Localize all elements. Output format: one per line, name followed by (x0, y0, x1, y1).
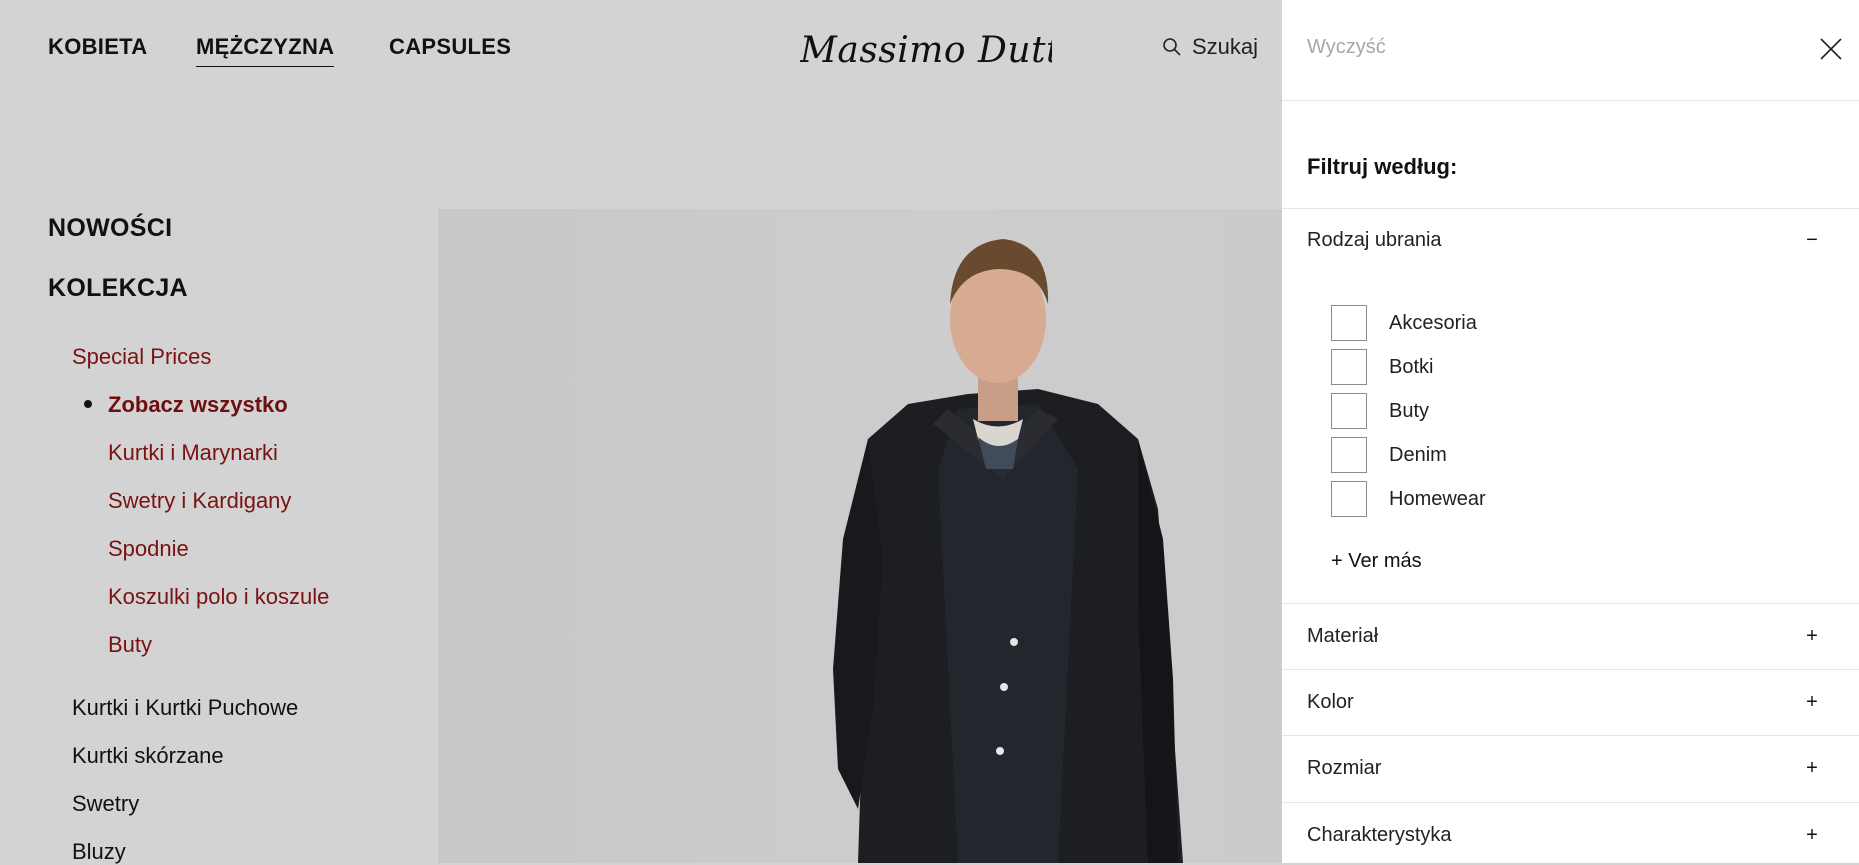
expand-toggle[interactable]: + (1802, 625, 1822, 648)
checkbox[interactable] (1331, 393, 1367, 429)
menu-jackets-blazers[interactable]: Kurtki i Marynarki (108, 440, 278, 466)
menu-trousers[interactable]: Spodnie (108, 536, 189, 562)
nav-kobieta[interactable]: KOBIETA (48, 34, 147, 60)
section-material[interactable]: Materiał (1307, 625, 1378, 648)
option-homewear[interactable]: Homewear (1331, 481, 1486, 517)
menu-leather-jackets[interactable]: Kurtki skórzane (72, 743, 224, 769)
checkbox[interactable] (1331, 437, 1367, 473)
filter-panel: Wyczyść Filtruj według: Rodzaj ubrania −… (1282, 0, 1859, 863)
svg-text:Massimo Dutti: Massimo Dutti (800, 30, 1052, 71)
search-button[interactable]: Szukaj (1162, 34, 1258, 60)
model-illustration (833, 239, 1183, 863)
divider (1282, 669, 1859, 670)
section-color[interactable]: Kolor (1307, 691, 1354, 714)
menu-see-all[interactable]: Zobacz wszystko (108, 392, 288, 418)
menu-sweaters[interactable]: Swetry (72, 791, 139, 817)
divider (1282, 802, 1859, 803)
divider (1282, 735, 1859, 736)
close-icon[interactable] (1818, 36, 1844, 62)
menu-collection[interactable]: KOLEKCJA (48, 274, 188, 303)
menu-sweaters-cardigans[interactable]: Swetry i Kardigany (108, 488, 291, 514)
option-label: Akcesoria (1389, 311, 1477, 334)
checkbox[interactable] (1331, 305, 1367, 341)
option-label: Botki (1389, 355, 1434, 378)
nav-capsules[interactable]: CAPSULES (389, 34, 511, 60)
expand-toggle[interactable]: + (1802, 824, 1822, 847)
filter-title: Filtruj według: (1307, 154, 1458, 179)
menu-jackets-puffers[interactable]: Kurtki i Kurtki Puchowe (72, 695, 298, 721)
menu-polos-shirts[interactable]: Koszulki polo i koszule (108, 584, 329, 610)
brand-logo[interactable]: Massimo Dutti (799, 22, 1073, 72)
menu-novelties[interactable]: NOWOŚCI (48, 214, 172, 243)
section-features[interactable]: Charakterystyka (1307, 824, 1452, 847)
divider (1282, 100, 1859, 101)
divider (1282, 603, 1859, 604)
expand-toggle[interactable]: + (1802, 757, 1822, 780)
option-buty[interactable]: Buty (1331, 393, 1429, 429)
divider (1282, 208, 1859, 209)
collapse-toggle[interactable]: − (1802, 229, 1822, 252)
option-label: Buty (1389, 399, 1430, 422)
nav-mezczyzna[interactable]: MĘŻCZYZNA (196, 34, 335, 67)
option-denim[interactable]: Denim (1331, 437, 1447, 473)
menu-sweatshirts[interactable]: Bluzy (72, 839, 126, 865)
checkbox[interactable] (1331, 481, 1367, 517)
search-icon (1162, 37, 1182, 57)
show-more-link[interactable]: + Ver más (1331, 550, 1422, 573)
option-label: Homewear (1389, 487, 1486, 510)
option-label: Denim (1389, 443, 1447, 466)
search-label: Szukaj (1192, 34, 1259, 59)
section-size[interactable]: Rozmiar (1307, 757, 1381, 780)
active-bullet (84, 400, 92, 408)
expand-toggle[interactable]: + (1802, 691, 1822, 714)
checkbox[interactable] (1331, 349, 1367, 385)
section-clothing-type[interactable]: Rodzaj ubrania (1307, 229, 1442, 252)
menu-special-prices[interactable]: Special Prices (72, 344, 211, 370)
menu-shoes[interactable]: Buty (108, 632, 152, 658)
option-akcesoria[interactable]: Akcesoria (1331, 305, 1477, 341)
option-botki[interactable]: Botki (1331, 349, 1433, 385)
product-image[interactable] (438, 209, 1282, 863)
clear-filters-button[interactable]: Wyczyść (1307, 36, 1386, 59)
